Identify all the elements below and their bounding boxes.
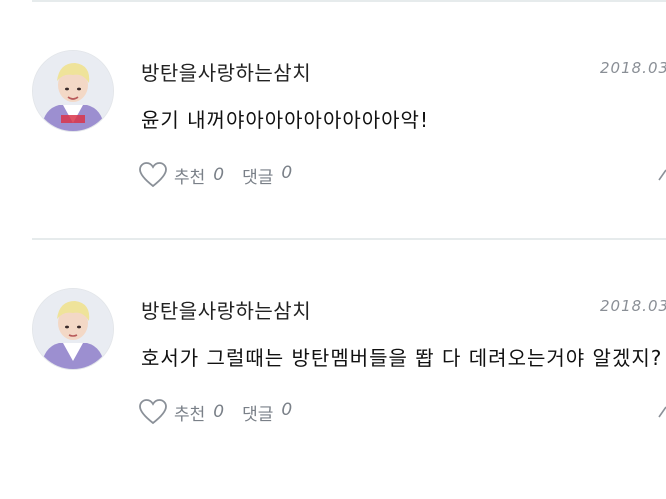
avatar-image <box>33 51 113 131</box>
reply-count: 0 <box>281 162 293 183</box>
like-count: 0 <box>213 165 225 185</box>
reply-count: 0 <box>281 399 293 420</box>
comment-date: 2018.03. <box>600 297 666 315</box>
more-icon[interactable] <box>657 168 666 182</box>
comment-actions: 추천 0 댓글 0 <box>138 158 292 192</box>
like-button[interactable]: 추천 0 <box>138 398 224 426</box>
comment-list: 방탄을사랑하는삼치 2018.03. 윤기 내꺼야아아아아아아아아악! 추천 0… <box>0 0 666 499</box>
like-label: 추천 <box>174 404 206 425</box>
reply-button[interactable]: 댓글 0 <box>242 400 292 425</box>
heart-outline-icon <box>139 399 167 425</box>
comment-text: 윤기 내꺼야아아아아아아아아악! <box>141 108 429 132</box>
comment-text: 호서가 그럴때는 방탄멤버들을 똽 다 데려오는거야 알겠지? <box>141 346 663 370</box>
comment-date: 2018.03. <box>600 59 666 77</box>
avatar-image <box>33 289 113 369</box>
more-icon[interactable] <box>657 405 666 419</box>
like-label: 추천 <box>174 167 206 188</box>
heart-outline-icon <box>139 162 167 188</box>
comment-username[interactable]: 방탄을사랑하는삼치 <box>141 295 311 324</box>
comment-item: 방탄을사랑하는삼치 2018.03. 윤기 내꺼야아아아아아아아아악! 추천 0… <box>0 0 666 200</box>
like-count: 0 <box>213 402 225 422</box>
comment-username[interactable]: 방탄을사랑하는삼치 <box>141 57 311 86</box>
reply-label: 댓글 <box>242 404 274 425</box>
reply-button[interactable]: 댓글 0 <box>242 163 292 188</box>
comment-actions: 추천 0 댓글 0 <box>138 395 292 429</box>
reply-label: 댓글 <box>242 167 274 188</box>
avatar[interactable] <box>32 288 114 370</box>
like-button[interactable]: 추천 0 <box>138 161 224 189</box>
comment-item: 방탄을사랑하는삼치 2018.03. 호서가 그럴때는 방탄멤버들을 똽 다 데… <box>0 238 666 438</box>
avatar[interactable] <box>32 50 114 132</box>
